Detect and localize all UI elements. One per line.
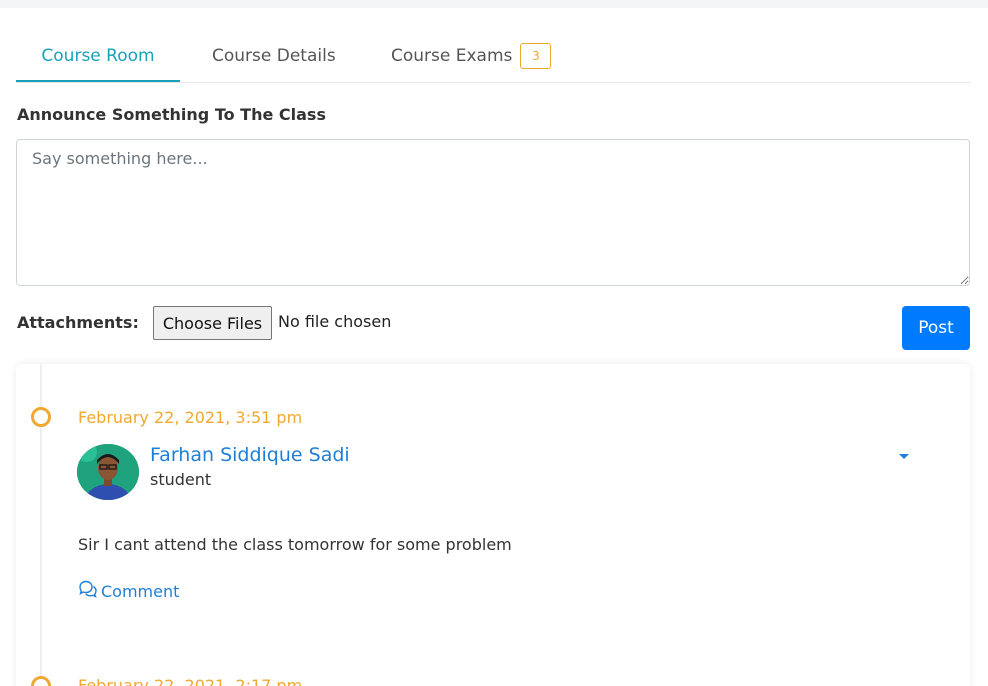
choose-files-button[interactable]: Choose Files (153, 306, 272, 340)
author-name[interactable]: Farhan Siddique Sadi (150, 444, 350, 466)
post-date: February 22, 2021, 3:51 pm (78, 408, 303, 427)
tab-course-room[interactable]: Course Room (16, 36, 180, 82)
post-date: February 22, 2021, 2:17 pm (78, 676, 303, 686)
comment-link[interactable]: Comment (78, 580, 179, 602)
avatar (77, 444, 139, 500)
top-bar (0, 0, 988, 8)
caret-down-icon[interactable] (894, 446, 914, 466)
announce-label: Announce Something To The Class (17, 105, 326, 124)
tab-course-details[interactable]: Course Details (212, 36, 336, 82)
timeline-dot (31, 407, 51, 427)
announce-textarea[interactable] (16, 139, 970, 286)
post-button[interactable]: Post (902, 306, 970, 350)
attachments-label: Attachments: (17, 313, 139, 332)
comments-icon (78, 580, 98, 602)
exam-count-badge: 3 (520, 43, 552, 69)
tab-course-exams[interactable]: Course Exams 3 (391, 36, 552, 82)
file-status: No file chosen (278, 312, 392, 331)
author-role: student (150, 470, 212, 489)
post-text: Sir I cant attend the class tomorrow for… (78, 535, 512, 554)
comment-label: Comment (101, 581, 180, 601)
course-tabs: Course Room Course Details Course Exams 3 (16, 36, 970, 83)
